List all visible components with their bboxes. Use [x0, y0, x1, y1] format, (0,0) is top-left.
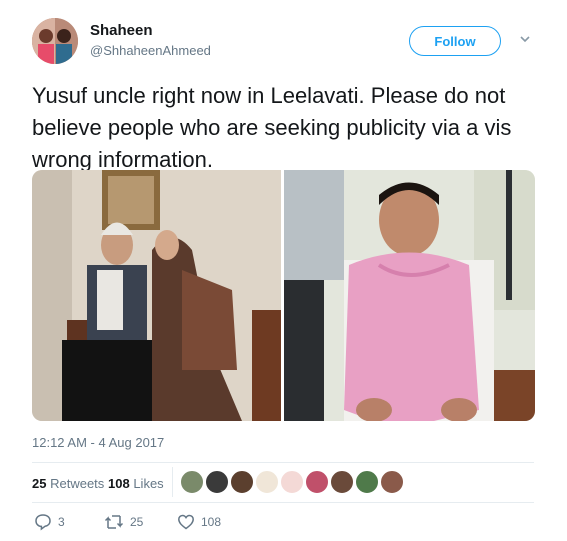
reply-button[interactable]: 3 — [34, 512, 65, 532]
liker-avatar[interactable] — [380, 470, 404, 494]
liker-avatar[interactable] — [330, 470, 354, 494]
retweets-count: 25 — [32, 476, 47, 491]
like-count: 108 — [201, 515, 222, 529]
likes-label: Likes — [133, 476, 164, 491]
divider — [32, 462, 534, 463]
retweets-stat[interactable]: 25 Retweets — [32, 476, 104, 491]
avatar[interactable] — [32, 18, 78, 64]
retweet-count: 25 — [130, 515, 144, 529]
liker-avatar[interactable] — [305, 470, 329, 494]
liker-avatar[interactable] — [205, 470, 229, 494]
chevron-down-icon[interactable] — [518, 32, 532, 46]
liker-avatar[interactable] — [230, 470, 254, 494]
likes-count: 108 — [108, 476, 130, 491]
tweet-stats: 25 Retweets 108 Likes — [32, 467, 534, 497]
tweet-header: Shaheen @ShhaheenAhmeed Follow — [32, 18, 542, 68]
photo-left[interactable] — [32, 170, 281, 421]
liker-avatar[interactable] — [280, 470, 304, 494]
stats-separator — [172, 467, 173, 497]
tweet-timestamp[interactable]: 12:12 AM - 4 Aug 2017 — [32, 435, 164, 450]
reply-icon — [35, 514, 51, 531]
retweet-button[interactable]: 25 — [104, 512, 143, 532]
user-handle[interactable]: @ShhaheenAhmeed — [90, 43, 211, 58]
display-name[interactable]: Shaheen — [90, 22, 153, 39]
retweet-icon — [104, 515, 124, 529]
liker-avatar[interactable] — [255, 470, 279, 494]
heart-icon — [178, 514, 194, 530]
tweet-media[interactable] — [32, 170, 535, 421]
retweets-label: Retweets — [50, 476, 105, 491]
tweet-text: Yusuf uncle right now in Leelavati. Plea… — [32, 83, 512, 172]
like-button[interactable]: 108 — [177, 512, 221, 532]
photo-right[interactable] — [284, 170, 535, 421]
liker-avatar[interactable] — [180, 470, 204, 494]
liker-avatar[interactable] — [355, 470, 379, 494]
follow-button[interactable]: Follow — [409, 26, 501, 56]
reply-count: 3 — [58, 515, 65, 529]
divider — [32, 502, 534, 503]
likes-stat[interactable]: 108 Likes — [108, 476, 164, 491]
tweet-actions: 3 25 108 — [32, 512, 332, 536]
